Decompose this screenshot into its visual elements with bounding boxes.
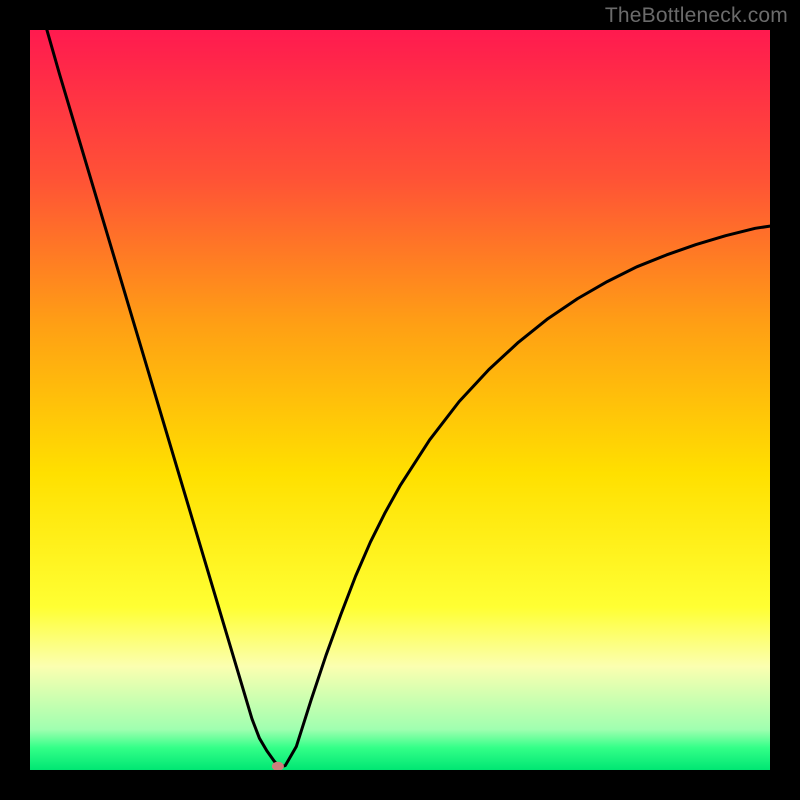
watermark-text: TheBottleneck.com xyxy=(605,4,788,28)
chart-frame: TheBottleneck.com xyxy=(0,0,800,800)
bottleneck-chart xyxy=(30,30,770,770)
chart-background xyxy=(30,30,770,770)
